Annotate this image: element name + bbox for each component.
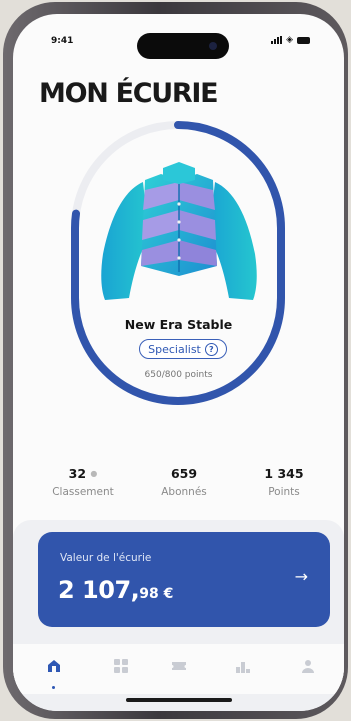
tab-podium[interactable]: [231, 654, 255, 678]
phone-frame: 9:41 ◈ MON ÉCURIE New Era Stable Special…: [3, 2, 348, 719]
stable-value-amount: 2 107,98 €: [58, 576, 174, 604]
grid-icon: [114, 659, 128, 673]
tab-profile[interactable]: [296, 654, 320, 678]
active-tab-indicator: [52, 686, 55, 689]
tab-ticket[interactable]: [167, 654, 191, 678]
app-screen: 9:41 ◈ MON ÉCURIE New Era Stable Special…: [13, 14, 344, 711]
stable-value-cents: 98 €: [139, 586, 174, 602]
level-badge[interactable]: Specialist ?: [139, 339, 227, 359]
stat-value: 32: [68, 466, 87, 481]
stable-name: New Era Stable: [124, 317, 233, 332]
stat-value: 1 345: [264, 466, 304, 481]
help-icon[interactable]: ?: [204, 342, 218, 356]
stat-label: Classement: [52, 486, 114, 498]
stable-value-card[interactable]: Valeur de l'écurie 2 107,98 € →: [38, 532, 330, 627]
stat-value: 659: [170, 466, 198, 481]
home-indicator: [126, 698, 232, 702]
ticket-icon: [172, 662, 186, 670]
level-badge-label: Specialist: [148, 342, 201, 356]
podium-icon: [236, 662, 250, 673]
arrow-right-icon[interactable]: →: [295, 567, 308, 586]
points-progress-text: 650/800 points: [144, 370, 213, 380]
stat-classement[interactable]: 32 ● Classement: [33, 466, 133, 498]
tab-bar: [13, 644, 344, 694]
trend-icon: ●: [90, 469, 98, 478]
stat-abonnes[interactable]: 659 Abonnés: [134, 466, 234, 498]
stat-points[interactable]: 1 345 Points: [234, 466, 334, 498]
stat-label: Abonnés: [161, 486, 207, 498]
stable-icon: [48, 660, 60, 672]
tab-grid[interactable]: [109, 654, 133, 678]
jockey-jacket-image: [101, 162, 257, 300]
stat-label: Points: [268, 486, 300, 498]
profile-icon: [302, 660, 314, 673]
stable-value-label: Valeur de l'écurie: [60, 552, 152, 564]
tab-stable[interactable]: [42, 654, 66, 678]
